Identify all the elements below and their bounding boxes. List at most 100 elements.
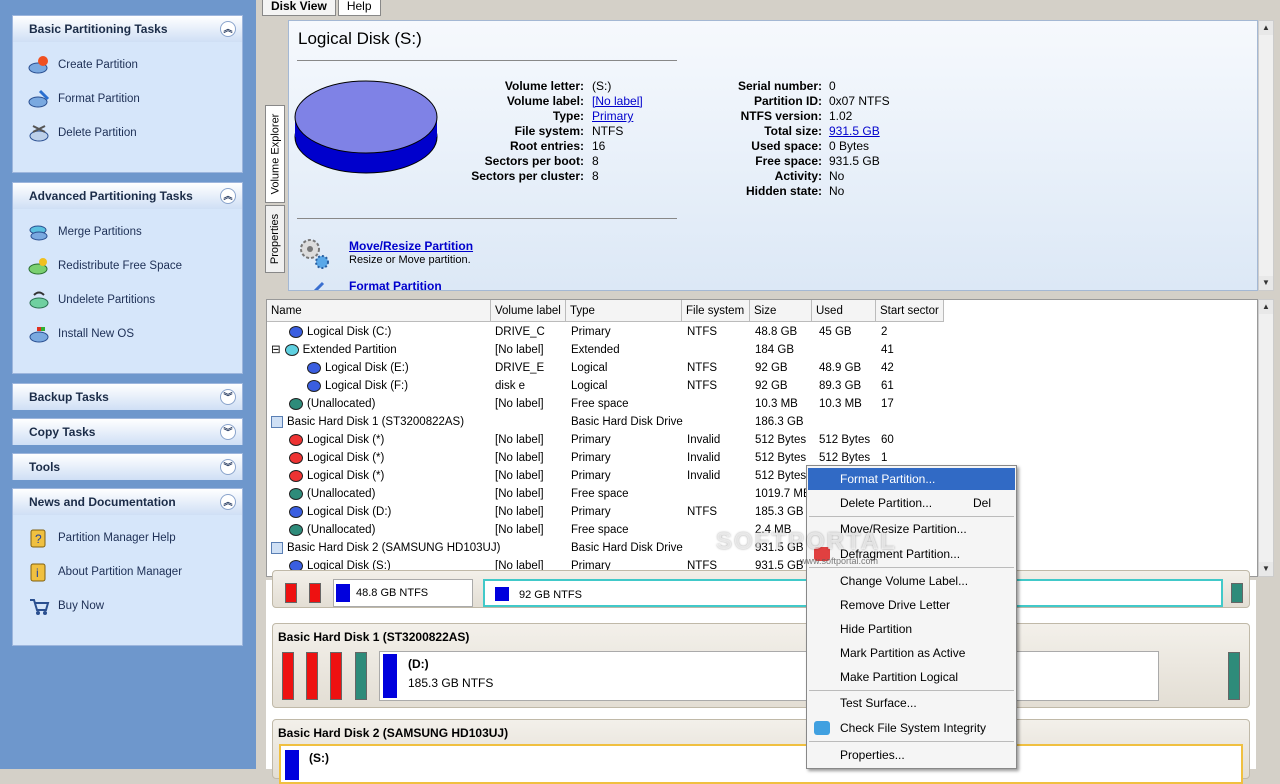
menu-item[interactable]: Delete Partition... Del <box>808 492 1015 514</box>
expand-chevron-icon[interactable]: ︾ <box>220 389 236 405</box>
cell-name: (Unallocated) <box>289 485 375 503</box>
partition-bar[interactable] <box>330 652 342 700</box>
menu-item[interactable]: Test Surface... <box>808 692 1015 714</box>
collapse-chevron-icon[interactable]: ︽ <box>220 188 236 204</box>
panel-header[interactable]: Tools ︾ <box>13 454 242 480</box>
menu-item[interactable]: Make Partition Logical <box>808 666 1015 688</box>
cell: Primary <box>571 326 611 338</box>
panel-header[interactable]: Advanced Partitioning Tasks ︽ <box>13 183 242 209</box>
menu-item[interactable]: Mark Partition as Active <box>808 642 1015 664</box>
partition-bar[interactable] <box>285 583 297 603</box>
about-partition-manager-link[interactable]: i About Partition Manager <box>13 555 242 589</box>
watermark-url: www.softportal.com <box>800 556 879 566</box>
cell: 48.9 GB <box>819 362 862 374</box>
tab-disk-view[interactable]: Disk View <box>262 0 336 16</box>
menu-item[interactable]: Properties... <box>808 744 1015 766</box>
table-row[interactable]: Logical Disk (C:) DRIVE_C Primary NTFS 48.8 … <box>267 323 1257 341</box>
scroll-up-arrow-icon[interactable]: ▲ <box>1259 300 1273 314</box>
col-volume-label[interactable]: Volume label <box>491 300 566 322</box>
merge-partitions-link[interactable]: Merge Partitions <box>13 215 242 249</box>
collapse-chevron-icon[interactable]: ︽ <box>220 494 236 510</box>
create-partition-link[interactable]: Create Partition <box>13 48 242 82</box>
partition-bar[interactable] <box>1231 583 1243 603</box>
panel-header[interactable]: News and Documentation ︽ <box>13 489 242 515</box>
tab-help[interactable]: Help <box>337 0 381 16</box>
table-row[interactable]: Logical Disk (D:) [No label] Primary NTFS 18… <box>267 503 1257 521</box>
partition-icon <box>307 361 321 374</box>
cell: 10.3 MB <box>755 398 798 410</box>
cell: 512 Bytes <box>819 434 871 446</box>
table-row[interactable]: Logical Disk (*) [No label] Primary Invalid… <box>267 467 1257 485</box>
redistribute-free-space-link[interactable]: Redistribute Free Space <box>13 249 242 283</box>
cell: NTFS <box>687 326 718 338</box>
partition-bar[interactable] <box>306 652 318 700</box>
table-row[interactable]: Logical Disk (*) [No label] Primary Invalid… <box>267 431 1257 449</box>
panel-header[interactable]: Backup Tasks ︾ <box>13 384 242 410</box>
table-row[interactable]: ⊟ Extended Partition [No label] Extended 184… <box>267 341 1257 359</box>
panel-header[interactable]: Basic Partitioning Tasks ︽ <box>13 16 242 42</box>
col-name[interactable]: Name <box>267 300 491 322</box>
delete-partition-link[interactable]: Delete Partition <box>13 116 242 150</box>
table-header: Name Volume label Type File system Size … <box>267 300 944 322</box>
cell-name: Logical Disk (*) <box>289 467 384 485</box>
cell-name: Logical Disk (*) <box>289 431 384 449</box>
tab-properties[interactable]: Properties <box>265 205 285 273</box>
table-row[interactable]: Logical Disk (E:) DRIVE_E Logical NTFS 92 GB… <box>267 359 1257 377</box>
cell-name: Logical Disk (D:) <box>289 503 391 521</box>
col-type[interactable]: Type <box>566 300 682 322</box>
table-row[interactable]: Logical Disk (F:) disk e Logical NTFS 92 GB 8… <box>267 377 1257 395</box>
expander-icon[interactable]: ⊟ <box>271 344 281 356</box>
col-used[interactable]: Used <box>812 300 876 322</box>
partition-block-s[interactable]: (S:) <box>279 744 1243 784</box>
partition-bar[interactable] <box>282 652 294 700</box>
info-scrollbar[interactable]: ▲ ▼ <box>1258 20 1274 291</box>
cell: 92 GB <box>755 380 788 392</box>
table-row[interactable]: Logical Disk (*) [No label] Primary Invalid… <box>267 449 1257 467</box>
buy-now-link[interactable]: Buy Now <box>13 589 242 623</box>
partition-icon <box>289 469 303 482</box>
scroll-down-arrow-icon[interactable]: ▼ <box>1259 276 1273 290</box>
expand-chevron-icon[interactable]: ︾ <box>220 424 236 440</box>
partition-block-d[interactable]: (D:) 185.3 GB NTFS <box>379 651 1159 701</box>
table-scrollbar[interactable]: ▲ ▼ <box>1258 299 1274 577</box>
table-row[interactable]: Basic Hard Disk 1 (ST3200822AS) Basic Har… <box>267 413 1257 431</box>
table-row[interactable]: (Unallocated) [No label] Free space 10.3 MB… <box>267 395 1257 413</box>
disk-map: 48.8 GB NTFS 92 GB NTFS Basic Hard Disk … <box>266 570 1256 784</box>
total-size-link[interactable]: 931.5 GB <box>829 124 880 139</box>
table-row[interactable]: (Unallocated) [No label] Free space 1019.7 … <box>267 485 1257 503</box>
undelete-partitions-link[interactable]: Undelete Partitions <box>13 283 242 317</box>
panel-header[interactable]: Copy Tasks ︾ <box>13 419 242 445</box>
move-resize-action-link[interactable]: Move/Resize Partition <box>349 239 473 254</box>
col-file-system[interactable]: File system <box>682 300 750 322</box>
partition-block-c[interactable]: 48.8 GB NTFS <box>333 579 473 607</box>
partition-bar[interactable] <box>1228 652 1240 700</box>
partition-manager-help-link[interactable]: ? Partition Manager Help <box>13 521 242 555</box>
install-new-os-link[interactable]: Install New OS <box>13 317 242 351</box>
partition-bar[interactable] <box>309 583 321 603</box>
col-size[interactable]: Size <box>750 300 812 322</box>
cell: Free space <box>571 398 629 410</box>
install-new-os-icon <box>28 323 50 345</box>
tab-volume-explorer[interactable]: Volume Explorer <box>265 105 285 203</box>
disk2-map: Basic Hard Disk 2 (SAMSUNG HD103UJ) (S:) <box>272 719 1250 784</box>
page-title: Logical Disk (S:) <box>298 29 422 48</box>
menu-item[interactable]: Check File System Integrity <box>808 717 1015 739</box>
partition-bar[interactable] <box>355 652 367 700</box>
check-integrity-icon <box>814 721 830 735</box>
menu-item[interactable]: Change Volume Label... <box>808 570 1015 592</box>
expand-chevron-icon[interactable]: ︾ <box>220 459 236 475</box>
type-link[interactable]: Primary <box>592 109 633 124</box>
col-start-sector[interactable]: Start sector <box>876 300 944 322</box>
scroll-down-arrow-icon[interactable]: ▼ <box>1259 562 1273 576</box>
format-action-link[interactable]: Format Partition <box>349 279 442 290</box>
menu-item[interactable]: Format Partition... <box>808 468 1015 490</box>
vertical-tabs: Volume Explorer Properties <box>265 105 285 275</box>
cell: Free space <box>571 524 629 536</box>
menu-item[interactable]: Hide Partition <box>808 618 1015 640</box>
format-partition-link[interactable]: Format Partition <box>13 82 242 116</box>
scroll-up-arrow-icon[interactable]: ▲ <box>1259 21 1273 35</box>
volume-label-link[interactable]: [No label] <box>592 94 643 109</box>
cell-name: Logical Disk (F:) <box>307 377 408 395</box>
menu-item[interactable]: Remove Drive Letter <box>808 594 1015 616</box>
collapse-chevron-icon[interactable]: ︽ <box>220 21 236 37</box>
